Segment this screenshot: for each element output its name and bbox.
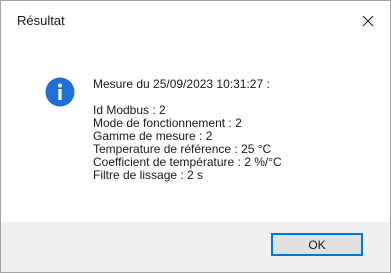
measurement-heading: Mesure du 25/09/2023 10:31:27 :: [93, 77, 270, 91]
title-bar: Résultat: [1, 1, 390, 41]
message-text: Mesure du 25/09/2023 10:31:27 : Id Modbu…: [93, 78, 282, 182]
smoothing-filter-line: Filtre de lissage : 2 s: [93, 168, 204, 182]
close-icon: [362, 15, 374, 27]
result-dialog: Résultat Mesure du 25/09/2023 10:31:27 :…: [0, 0, 391, 273]
close-button[interactable]: [346, 1, 390, 41]
window-title: Résultat: [17, 13, 65, 28]
info-icon: [45, 77, 75, 107]
dialog-content: Mesure du 25/09/2023 10:31:27 : Id Modbu…: [1, 41, 390, 222]
dialog-footer: OK: [1, 222, 390, 272]
ok-button[interactable]: OK: [271, 233, 363, 256]
